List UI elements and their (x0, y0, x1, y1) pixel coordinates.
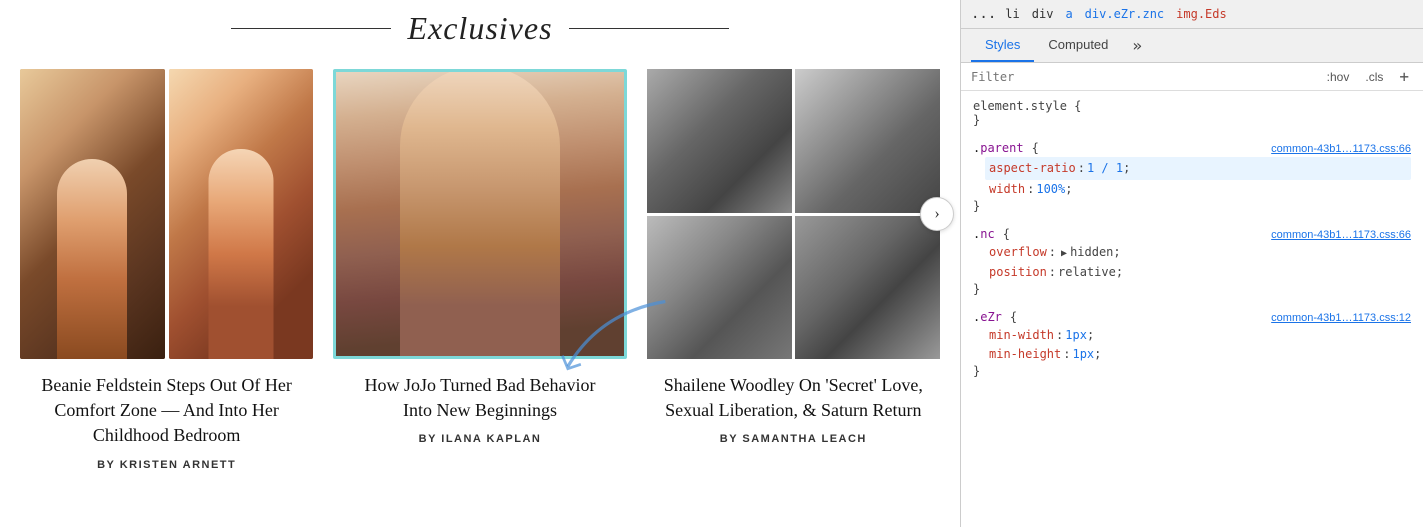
article-3-photo-2 (795, 69, 940, 213)
prop-name-position: position (989, 263, 1047, 282)
rule-element-style: element.style { } (973, 99, 1411, 127)
article-1-photo-right (169, 69, 314, 359)
devtools-panel: ... li div a div.eZr.znc img.Eds Styles … (960, 0, 1423, 527)
devtools-breadcrumb: ... li div a div.eZr.znc img.Eds (961, 0, 1423, 29)
breadcrumb-a[interactable]: a (1062, 6, 1075, 22)
article-1-images (20, 69, 313, 359)
filter-cls-button[interactable]: .cls (1361, 68, 1387, 86)
nc-selector: .​nc (973, 227, 995, 241)
prop-name-min-width: min-width (989, 326, 1054, 345)
article-3-image-wrapper: › (647, 69, 940, 359)
rule-nc-header: .​nc { common-43b1…1173.css:66 (973, 227, 1411, 241)
nc-prop-position: position : relative ; (989, 263, 1411, 282)
filter-pseudo-button[interactable]: :hov (1323, 68, 1354, 86)
prop-name-width: width (989, 180, 1025, 199)
article-card-2[interactable]: How JoJo Turned Bad Behavior Into New Be… (333, 69, 626, 445)
prop-name-aspect-ratio: aspect-ratio (989, 159, 1076, 178)
breadcrumb-ellipsis[interactable]: ... (971, 6, 996, 22)
article-card-1[interactable]: Beanie Feldstein Steps Out Of Her Comfor… (20, 69, 313, 471)
article-3-photo-3 (647, 216, 792, 360)
section-header: Exclusives (20, 10, 940, 47)
prop-value-min-width: 1px (1065, 326, 1087, 345)
parent-selector: .parent (973, 141, 1024, 155)
article-1-author: BY KRISTEN ARNETT (97, 459, 236, 471)
article-card-3[interactable]: › Shailene Woodley On 'Secret' Love, Sex… (647, 69, 940, 445)
eZr-brace: { (1010, 310, 1017, 324)
prop-value-position: relative (1058, 263, 1116, 282)
parent-properties: aspect-ratio : 1 / 1 ; width : 100% ; (973, 157, 1411, 199)
parent-prop-aspect-ratio: aspect-ratio : 1 / 1 ; (985, 157, 1411, 180)
parent-brace: { (1032, 141, 1039, 155)
rule-parent-header: .parent { common-43b1…1173.css:66 (973, 141, 1411, 155)
nc-brace: { (1003, 227, 1010, 241)
nc-prop-overflow: overflow : ▶ hidden ; (989, 243, 1411, 262)
eZr-prop-min-width: min-width : 1px ; (989, 326, 1411, 345)
article-1-image-wrapper (20, 69, 313, 359)
filter-input[interactable] (971, 70, 1315, 84)
article-2-image (333, 69, 626, 359)
article-3-title: Shailene Woodley On 'Secret' Love, Sexua… (663, 373, 923, 423)
article-1-image-right (169, 69, 314, 359)
rule-eZr: .eZr { common-43b1…1173.css:12 min-width… (973, 310, 1411, 378)
breadcrumb-li[interactable]: li (1002, 6, 1022, 22)
prop-value-min-height: 1px (1072, 345, 1094, 364)
devtools-filter-bar: :hov .cls + (961, 63, 1423, 91)
devtools-rules: element.style { } .parent { common-43b1…… (961, 91, 1423, 527)
tab-styles[interactable]: Styles (971, 29, 1034, 62)
prop-name-min-height: min-height (989, 345, 1061, 364)
filter-add-button[interactable]: + (1395, 67, 1413, 86)
rule-element-style-header: element.style { (973, 99, 1411, 113)
articles-row: Beanie Feldstein Steps Out Of Her Comfor… (20, 69, 940, 471)
article-3-author: BY SAMANTHA LEACH (720, 433, 867, 445)
parent-prop-width: width : 100% ; (989, 180, 1411, 199)
breadcrumb-div-eZr[interactable]: div.eZr.znc (1082, 6, 1167, 22)
parent-close: } (973, 199, 1411, 213)
section-title: Exclusives (407, 10, 552, 47)
eZr-selector: .eZr (973, 310, 1002, 324)
element-style-selector: element.style { (973, 99, 1081, 113)
prop-value-aspect-ratio: 1 / 1 (1087, 159, 1123, 178)
rule-parent: .parent { common-43b1…1173.css:66 aspect… (973, 141, 1411, 213)
header-line-right (569, 28, 729, 29)
article-1-photo-left (20, 69, 165, 359)
nc-source[interactable]: common-43b1…1173.css:66 (1271, 229, 1411, 241)
header-line-left (231, 28, 391, 29)
devtools-tabs: Styles Computed » (961, 29, 1423, 63)
article-3-photo-1 (647, 69, 792, 213)
article-2-image-wrapper (333, 69, 626, 359)
article-2-author: BY ILANA KAPLAN (419, 433, 542, 445)
breadcrumb-div[interactable]: div (1029, 6, 1057, 22)
article-3-images (647, 69, 940, 359)
rule-nc: .​nc { common-43b1…1173.css:66 overflow … (973, 227, 1411, 295)
prop-value-width: 100% (1036, 180, 1065, 199)
article-1-title: Beanie Feldstein Steps Out Of Her Comfor… (37, 373, 297, 449)
article-2-title: How JoJo Turned Bad Behavior Into New Be… (350, 373, 610, 423)
eZr-prop-min-height: min-height : 1px ; (989, 345, 1411, 364)
tab-computed[interactable]: Computed (1034, 29, 1122, 62)
next-arrow[interactable]: › (920, 197, 954, 231)
eZr-close: } (973, 364, 1411, 378)
article-1-image-left (20, 69, 165, 359)
tab-more-icon[interactable]: » (1126, 32, 1148, 59)
prop-name-overflow: overflow (989, 243, 1047, 262)
prop-value-overflow: hidden (1070, 243, 1113, 262)
rule-eZr-header: .eZr { common-43b1…1173.css:12 (973, 310, 1411, 324)
nc-properties: overflow : ▶ hidden ; position : relativ… (973, 243, 1411, 281)
content-area: Exclusives Beanie Feldstein Steps Out Of… (0, 0, 960, 527)
element-style-close: } (973, 113, 1411, 127)
parent-source[interactable]: common-43b1…1173.css:66 (1271, 143, 1411, 155)
eZr-properties: min-width : 1px ; min-height : 1px ; (973, 326, 1411, 364)
nc-close: } (973, 282, 1411, 296)
breadcrumb-img[interactable]: img.Eds (1173, 6, 1230, 22)
overflow-expand-icon[interactable]: ▶ (1061, 246, 1067, 262)
eZr-source[interactable]: common-43b1…1173.css:12 (1271, 312, 1411, 324)
article-3-photo-4 (795, 216, 940, 360)
